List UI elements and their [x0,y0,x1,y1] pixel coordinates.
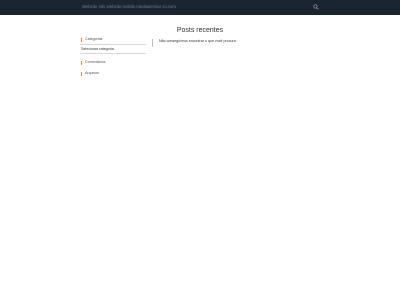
category-select[interactable]: Selecionar categoria [80,47,146,52]
archives-widget: Arquivos [80,71,99,76]
categories-widget-title: Categorias [80,37,146,42]
search-icon[interactable] [313,4,319,10]
archives-widget-title: Arquivos [80,71,99,76]
widget-divider [80,53,146,54]
page-title: Posts recentes [176,26,224,34]
comments-widget: Comentários [80,60,105,65]
categories-widget: Categorias Selecionar categoria [80,37,146,54]
content-divider [152,39,153,47]
widget-divider [80,44,146,45]
empty-results-message: Não conseguimos encontrar o que você pro… [159,39,237,43]
comments-widget-title: Comentários [80,60,105,65]
top-navbar: Website info website.mobile.mediaservice… [0,0,400,15]
site-title-link[interactable]: Website info website.mobile.mediaservice… [82,4,176,9]
